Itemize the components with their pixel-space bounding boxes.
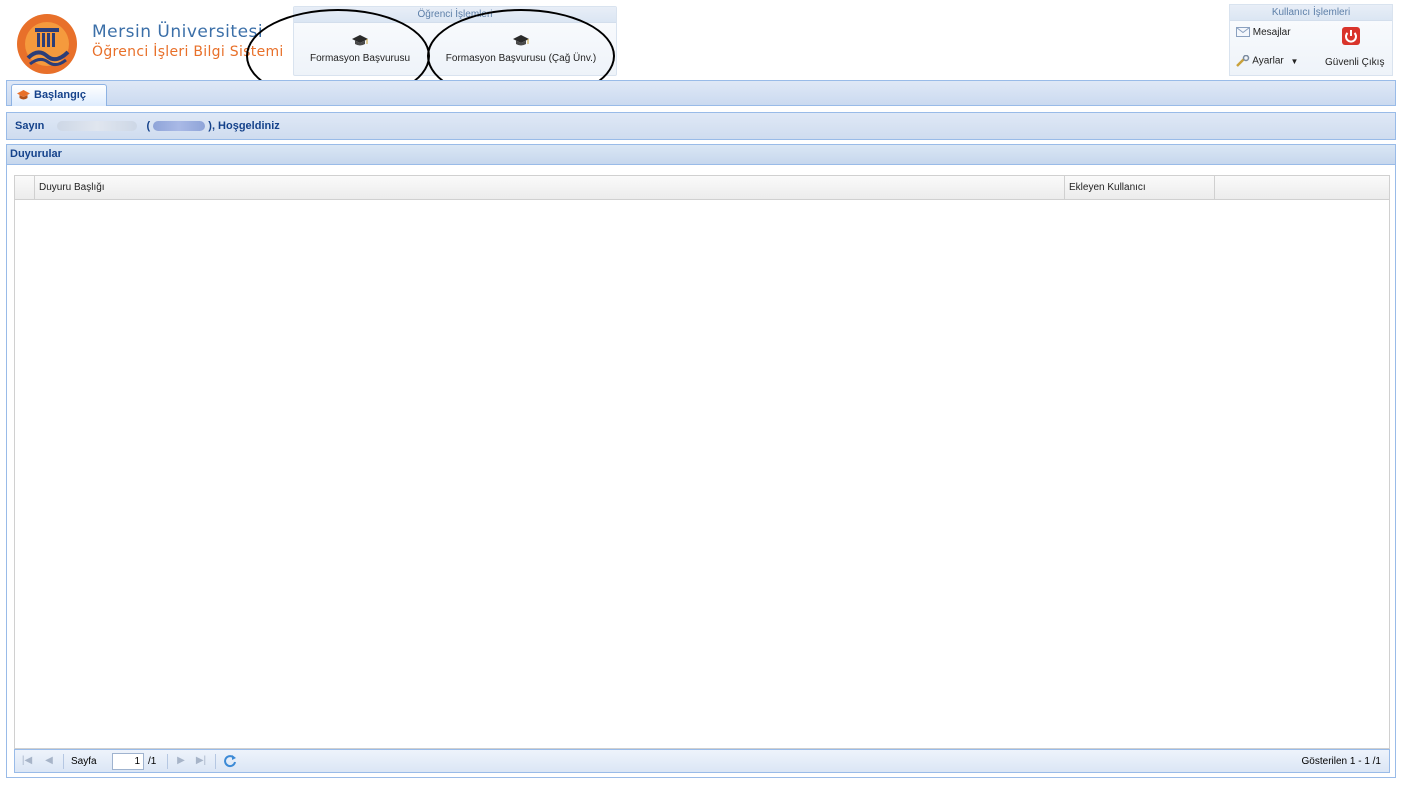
pager-separator bbox=[167, 754, 168, 769]
pager-separator bbox=[215, 754, 216, 769]
university-name: Mersin Üniversitesi bbox=[92, 22, 264, 42]
university-logo bbox=[17, 14, 77, 74]
home-cap-icon bbox=[17, 90, 30, 100]
brand-block: Mersin Üniversitesi Öğrenci İşleri Bilgi… bbox=[92, 22, 284, 60]
announcements-panel: Duyurular Duyuru Başlığı Ekleyen Kullanı… bbox=[6, 144, 1396, 778]
welcome-open-paren: ( bbox=[146, 120, 151, 132]
welcome-bar: Sayın ( ), Hoşgeldiniz bbox=[6, 112, 1396, 140]
blurred-user-name bbox=[57, 121, 138, 132]
formation-application-label: Formasyon Başvurusu bbox=[309, 53, 411, 64]
column-announcement-title[interactable]: Duyuru Başlığı bbox=[35, 176, 1065, 200]
pager-status: Gösterilen 1 - 1 /1 bbox=[1301, 756, 1381, 767]
formation-application-cag-label: Formasyon Başvurusu (Çağ Ünv.) bbox=[445, 53, 597, 64]
messages-button[interactable]: Mesajlar bbox=[1236, 27, 1291, 38]
refresh-icon[interactable] bbox=[223, 754, 237, 768]
graduation-cap-icon bbox=[513, 35, 529, 46]
announcements-grid: Duyuru Başlığı Ekleyen Kullanıcı bbox=[14, 175, 1390, 749]
student-operations-group: Öğrenci İşlemleri Formasyon Başvurusu Fo… bbox=[293, 6, 617, 76]
student-operations-title: Öğrenci İşlemleri bbox=[294, 7, 616, 23]
paging-toolbar: |◀ ◀ Sayfa /1 ▶ ▶| Gösterilen 1 - 1 /1 bbox=[14, 749, 1390, 773]
wrench-icon bbox=[1236, 54, 1250, 67]
user-operations-group: Kullanıcı İşlemleri Mesajlar Ayarlar ▼ G… bbox=[1229, 4, 1393, 76]
welcome-suffix: ), Hoşgeldiniz bbox=[208, 120, 280, 132]
logout-label: Güvenli Çıkış bbox=[1325, 57, 1385, 68]
announcements-title: Duyurular bbox=[7, 145, 1395, 165]
blurred-user-id bbox=[153, 121, 206, 132]
last-page-icon[interactable]: ▶| bbox=[195, 755, 207, 767]
app-header: Mersin Üniversitesi Öğrenci İşleri Bilgi… bbox=[0, 0, 1426, 103]
column-added-by[interactable]: Ekleyen Kullanıcı bbox=[1065, 176, 1215, 200]
next-page-icon[interactable]: ▶ bbox=[175, 755, 187, 767]
welcome-prefix: Sayın bbox=[15, 120, 45, 132]
envelope-icon bbox=[1236, 27, 1250, 38]
settings-menu-button[interactable]: Ayarlar ▼ bbox=[1236, 54, 1299, 67]
system-name: Öğrenci İşleri Bilgi Sistemi bbox=[92, 44, 284, 60]
user-operations-title: Kullanıcı İşlemleri bbox=[1230, 5, 1392, 21]
row-number-column bbox=[15, 176, 35, 200]
dropdown-arrow-icon: ▼ bbox=[1290, 56, 1299, 66]
formation-application-button[interactable]: Formasyon Başvurusu bbox=[296, 29, 424, 75]
pager-separator bbox=[63, 754, 64, 769]
tab-start[interactable]: Başlangıç bbox=[11, 84, 107, 106]
page-label: Sayfa bbox=[71, 756, 97, 767]
power-icon bbox=[1342, 27, 1360, 45]
grid-header: Duyuru Başlığı Ekleyen Kullanıcı bbox=[15, 176, 1389, 200]
first-page-icon[interactable]: |◀ bbox=[21, 755, 33, 767]
prev-page-icon[interactable]: ◀ bbox=[43, 755, 55, 767]
settings-label: Ayarlar bbox=[1252, 55, 1284, 67]
messages-label: Mesajlar bbox=[1252, 27, 1291, 38]
formation-application-cag-button[interactable]: Formasyon Başvurusu (Çağ Ünv.) bbox=[428, 29, 614, 75]
page-number-input[interactable] bbox=[112, 753, 144, 770]
logout-power-button[interactable] bbox=[1342, 27, 1360, 48]
logout-button[interactable]: Güvenli Çıkış bbox=[1325, 57, 1384, 68]
total-pages: /1 bbox=[148, 756, 157, 767]
tab-strip: Başlangıç bbox=[6, 80, 1396, 106]
graduation-cap-icon bbox=[352, 35, 368, 46]
tab-start-label: Başlangıç bbox=[34, 89, 86, 101]
